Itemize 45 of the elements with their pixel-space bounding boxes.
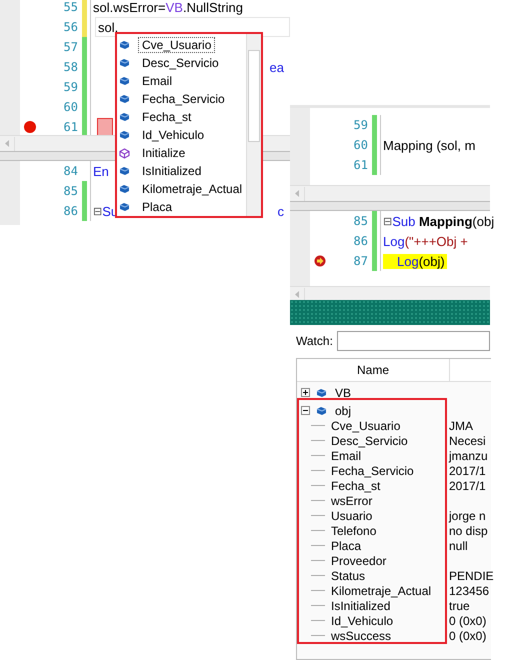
line-number: 60 xyxy=(62,100,78,114)
watch-value: PENDIE xyxy=(449,568,494,582)
line-number: 86 xyxy=(352,234,368,248)
watch-value: 0 (0x0) xyxy=(449,614,486,628)
line-number: 87 xyxy=(352,254,368,268)
line-number: 86 xyxy=(62,204,78,218)
line-number: 61 xyxy=(352,158,368,172)
code-text: sol. xyxy=(98,20,118,34)
code-text: Log xyxy=(397,254,419,268)
watch-value: 0 (0x0) xyxy=(449,628,486,642)
line-number: 57 xyxy=(62,40,78,54)
line-number: 61 xyxy=(62,120,78,134)
code-text: ("+++Obj + xyxy=(404,234,468,248)
code-text: (obj) xyxy=(418,254,445,268)
code-text: En xyxy=(93,164,109,178)
watch-value: 123456 xyxy=(449,584,490,598)
code-text: (obj xyxy=(472,214,494,228)
watch-value: jmanzu xyxy=(449,448,488,462)
code-text: sol.wsError= xyxy=(93,0,166,14)
watch-value: 2017/1 xyxy=(449,478,486,492)
watch-value: 2017/1 xyxy=(449,464,486,478)
line-number: 59 xyxy=(352,118,368,132)
code-text: .NullString xyxy=(182,0,243,14)
watch-value: null xyxy=(449,538,468,552)
code-text: Log xyxy=(383,234,405,248)
watch-value: jorge n xyxy=(449,508,486,522)
watch-label: Watch: xyxy=(296,334,333,348)
line-number: 55 xyxy=(62,0,78,14)
code-text: Mapping xyxy=(418,214,472,228)
watch-value: no disp xyxy=(449,524,488,538)
watch-value: Necesi xyxy=(449,434,486,448)
watch-value: JMA xyxy=(449,418,473,432)
code-text: ea xyxy=(270,60,284,74)
line-number: 60 xyxy=(352,138,368,152)
line-number: 59 xyxy=(62,80,78,94)
line-number: 56 xyxy=(62,20,78,34)
line-number: 58 xyxy=(62,60,78,74)
code-text: VB xyxy=(166,0,183,14)
line-number: 85 xyxy=(62,184,78,198)
watch-value: true xyxy=(449,598,470,612)
line-number: 84 xyxy=(62,164,78,178)
code-text: c xyxy=(278,204,284,218)
code-text: Sub xyxy=(392,214,416,228)
line-number: 85 xyxy=(352,214,368,228)
code-text: Mapping (sol, m xyxy=(383,138,476,152)
